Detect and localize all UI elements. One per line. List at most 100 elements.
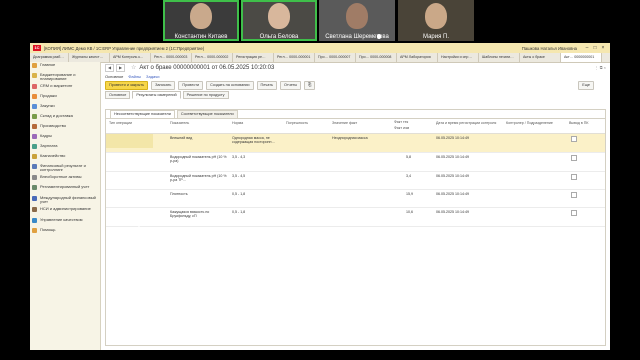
col-norm[interactable]: Норма xyxy=(232,121,243,125)
indicator-cell: Водородный показатель рН (10 % р-ра) xyxy=(170,155,227,164)
section-icon xyxy=(32,73,37,78)
output-checkbox[interactable] xyxy=(571,136,577,142)
norm-cell: 3,5 - 4,3 xyxy=(232,155,246,159)
table-row[interactable]: Плотность 0,5 - 1,8 15,9 06.05.2025 10:14:4… xyxy=(106,190,605,208)
fact-current-cell: 5,8 xyxy=(406,155,411,159)
col-registration-date[interactable]: Дата и время регистрации контроля xyxy=(436,121,496,125)
sidebar-item[interactable]: Зарплата xyxy=(30,143,100,153)
output-checkbox[interactable] xyxy=(571,155,577,161)
save-button[interactable]: Записать xyxy=(151,81,176,90)
window-tab[interactable]: Диаграмма разб… xyxy=(30,53,69,62)
link-main[interactable]: Основное xyxy=(105,74,123,79)
fact-current-cell: 15,9 xyxy=(406,192,413,196)
sidebar-item[interactable]: Помощь xyxy=(30,227,100,237)
attachment-icon[interactable]: ⎘ xyxy=(304,81,316,90)
sidebar-item[interactable]: Закупки xyxy=(30,103,100,113)
sidebar-item[interactable]: Внеоборотные активы xyxy=(30,174,100,184)
table-row[interactable]: Кажущаяся вязкость по Брукфильду, сП 0,5 … xyxy=(106,208,605,227)
registration-date-cell: 06.05.2025 10:14:49 xyxy=(436,210,469,214)
post-button[interactable]: Провести xyxy=(178,81,204,90)
col-fact-measured[interactable]: Факт изм xyxy=(394,126,409,130)
norm-cell: 0,5 - 1,8 xyxy=(232,192,246,196)
forward-button[interactable]: ▶ xyxy=(116,63,125,72)
sidebar-item[interactable]: Регламентированный учет xyxy=(30,184,100,195)
close-icon[interactable]: × xyxy=(599,45,607,51)
col-controller[interactable]: Контролер / Подразделение xyxy=(506,121,553,125)
window-tab[interactable]: Акты о браке xyxy=(520,53,561,62)
link-tasks[interactable]: Задачи xyxy=(146,74,159,79)
create-based-on-button[interactable]: Создать на основании xyxy=(206,81,254,90)
window-tab[interactable]: Журналы качест… xyxy=(69,53,110,62)
section-icon xyxy=(32,144,37,149)
participant-avatar xyxy=(268,3,290,29)
participant-name: Ольга Белова xyxy=(259,34,299,40)
sidebar-item[interactable]: Производство xyxy=(30,123,100,133)
window-tab[interactable]: Регл… 0000-000002 xyxy=(192,53,233,62)
sidebar-item[interactable]: Международный финансовый учет xyxy=(30,195,100,206)
sidebar-item[interactable]: Склад и доставка xyxy=(30,113,100,123)
indicator-cell: Кажущаяся вязкость по Брукфильду, сП xyxy=(170,210,210,219)
minimize-icon[interactable]: – xyxy=(583,45,591,51)
1c-logo-icon: 1С xyxy=(33,45,41,51)
col-indicator[interactable]: Показатель xyxy=(170,121,189,125)
tab-conforming[interactable]: Соответствующие показатели xyxy=(176,110,238,118)
link-files[interactable]: Файлы xyxy=(128,74,141,79)
subtab-product-decision[interactable]: Решение по продукту xyxy=(182,91,229,99)
window-tab[interactable]: Про… 0000-000007 xyxy=(315,53,356,62)
window-tab[interactable]: АРМ Лаборатория xyxy=(397,53,438,62)
col-error[interactable]: Погрешность xyxy=(286,121,308,125)
sidebar-item[interactable]: Казначейство xyxy=(30,153,100,163)
output-checkbox[interactable] xyxy=(571,174,577,180)
sidebar-item[interactable]: CRM и маркетинг xyxy=(30,83,100,93)
participant-tile[interactable]: Константин Китаев xyxy=(163,0,239,41)
section-icon xyxy=(32,228,37,233)
window-tab[interactable]: Акт… 0000000001 xyxy=(561,53,602,62)
form-window-controls[interactable]: ⋮ ⧉ × xyxy=(595,65,606,70)
output-checkbox[interactable] xyxy=(571,210,577,216)
output-checkbox[interactable] xyxy=(571,192,577,198)
sidebar-item-label: Международный финансовый учет xyxy=(40,195,96,205)
favorite-star-icon[interactable]: ☆ xyxy=(131,64,136,71)
table-row[interactable]: Водородный показатель рН (10 % р-ра) 3,5 … xyxy=(106,153,605,172)
fact-current-cell: 3,4 xyxy=(406,174,411,178)
subtab-main[interactable]: Основное xyxy=(105,91,131,99)
microphone-icon xyxy=(377,34,381,39)
maximize-icon[interactable]: □ xyxy=(591,45,599,51)
participant-tile[interactable]: Мария П. xyxy=(398,0,474,41)
window-tab[interactable]: Регистрация ре… xyxy=(233,53,274,62)
sidebar-item[interactable]: Главное xyxy=(30,62,100,72)
table-row[interactable]: Внешний вид Однородная масса, не содержащ… xyxy=(106,134,605,153)
back-button[interactable]: ◀ xyxy=(105,63,114,72)
window-tab[interactable]: Регл… 0000-000003 xyxy=(151,53,192,62)
window-tab[interactable]: Про… 0000-000008 xyxy=(356,53,397,62)
table-row[interactable]: Водородный показатель рН (10 % р-ра ТР… 3… xyxy=(106,172,605,190)
sidebar-item[interactable]: Кадры xyxy=(30,133,100,143)
section-icon xyxy=(32,207,37,212)
window-tab[interactable]: Регл… 0000-000001 xyxy=(274,53,315,62)
more-button[interactable]: Еще xyxy=(578,81,594,90)
post-and-close-button[interactable]: Провести и закрыть xyxy=(105,81,149,90)
participant-tile[interactable]: Светлана Шереметова xyxy=(319,0,395,41)
col-fact-current[interactable]: Факт тек xyxy=(394,120,408,124)
operation-type-cell[interactable] xyxy=(106,134,153,148)
tab-nonconforming[interactable]: Несоответствующие показатели xyxy=(110,110,175,118)
norm-cell: 0,5 - 1,8 xyxy=(232,210,246,214)
subtab-measurement-results[interactable]: Результаты измерений xyxy=(132,91,181,99)
sidebar-item-label: НСИ и администрирование xyxy=(40,206,91,211)
sidebar-item[interactable]: НСИ и администрирование xyxy=(30,206,100,217)
col-value-fact[interactable]: Значение факт xyxy=(332,121,357,125)
col-output[interactable]: Вывод в ПК xyxy=(569,121,588,125)
sidebar-item[interactable]: Управление качеством xyxy=(30,217,100,227)
participant-tile[interactable]: Ольга Белова xyxy=(241,0,317,41)
window-tab[interactable]: Настройки и спр… xyxy=(438,53,479,62)
participant-name: Константин Китаев xyxy=(174,34,228,40)
col-operation-type[interactable]: Тип операции xyxy=(109,121,132,125)
reports-button[interactable]: Отчеты xyxy=(279,81,302,90)
window-tab[interactable]: Шаблоны печати… xyxy=(479,53,520,62)
window-tab[interactable]: АРМ Контроль к… xyxy=(110,53,151,62)
sidebar-item[interactable]: Бюджетирование и планирование xyxy=(30,72,100,83)
print-button[interactable]: Печать xyxy=(256,81,277,90)
sidebar-item[interactable]: Финансовый результат и контроллинг xyxy=(30,163,100,174)
sidebar-item[interactable]: Продажи xyxy=(30,93,100,103)
command-bar: Провести и закрыть Записать Провести Соз… xyxy=(101,80,610,91)
